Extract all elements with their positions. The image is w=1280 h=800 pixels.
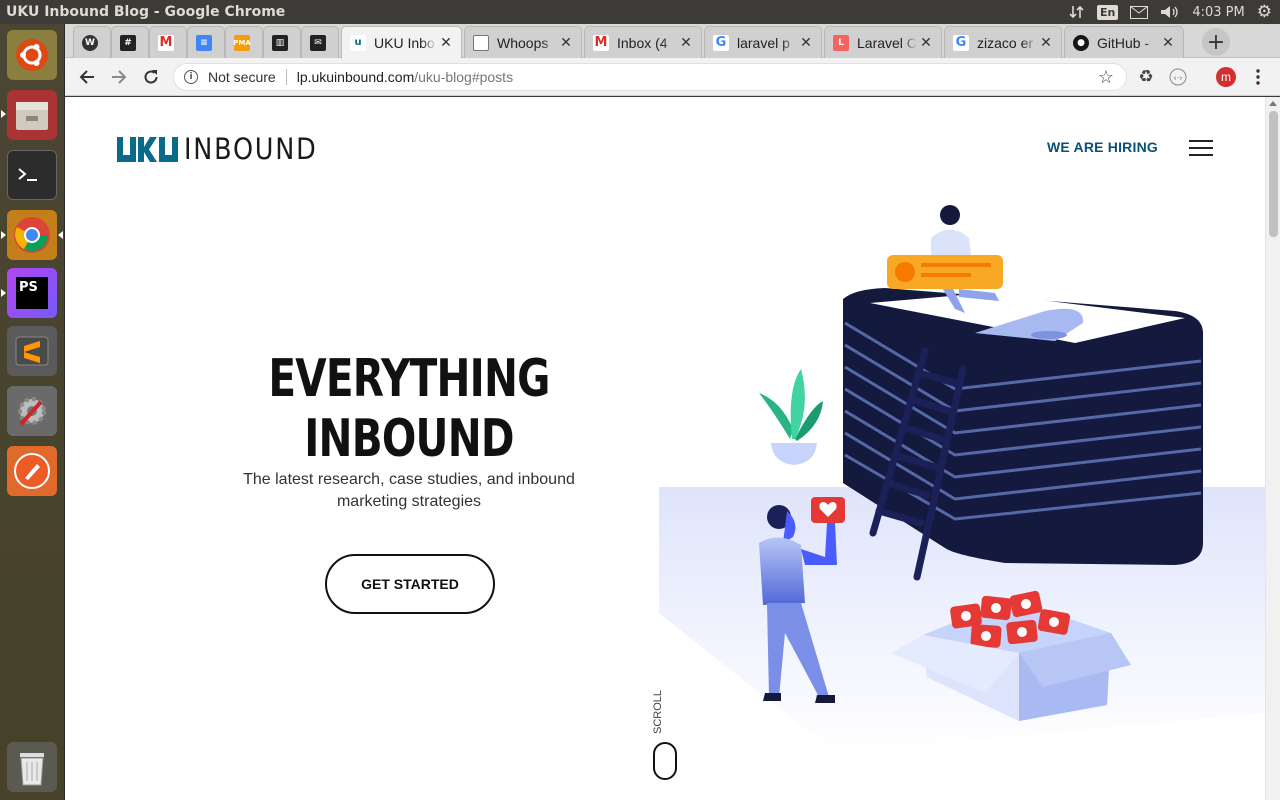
tab-title: laravel p	[737, 34, 790, 51]
slack-hash-icon: #	[120, 34, 136, 51]
tab-title: Laravel C	[857, 34, 917, 51]
top-panel: UKU Inbound Blog - Google Chrome En 4:03…	[0, 0, 1280, 24]
scrollbar-thumb[interactable]	[1269, 111, 1278, 237]
settings-gear-icon[interactable]: ⚙	[1257, 2, 1272, 22]
gmail-icon: M	[593, 34, 609, 51]
google-icon: G	[713, 34, 729, 51]
browser-toolbar: i Not secure lp.ukuinbound.com/uku-blog#…	[65, 58, 1280, 96]
tab-close-icon[interactable]: ✕	[677, 35, 695, 51]
sublime-text-icon[interactable]	[7, 326, 57, 376]
tab-close-icon[interactable]: ✕	[797, 35, 815, 51]
tab-title: UKU Inbo	[374, 34, 435, 51]
mail-client-icon: ✉	[310, 34, 326, 51]
docs-icon: ≡	[196, 34, 212, 51]
plant-graphic	[759, 369, 823, 465]
profile-initial: m	[1216, 67, 1236, 87]
profile-avatar[interactable]: m	[1214, 65, 1238, 89]
new-tab-button[interactable]: +	[1202, 28, 1230, 56]
page-viewport: INBOUND WE ARE HIRING EVERYTHING INBOUND…	[65, 97, 1265, 800]
phpstorm-label: PS	[19, 280, 38, 295]
tab-github[interactable]: ● GitHub - ✕	[1064, 26, 1184, 58]
tab-title: GitHub -	[1097, 34, 1150, 51]
address-bar[interactable]: i Not secure lp.ukuinbound.com/uku-blog#…	[173, 63, 1127, 91]
laravel-icon: L	[833, 34, 849, 51]
tab-close-icon[interactable]: ✕	[917, 35, 935, 51]
tab-google-laravel[interactable]: G laravel p ✕	[704, 26, 822, 58]
wordpress-icon: W	[82, 34, 98, 51]
we-are-hiring-link[interactable]: WE ARE HIRING	[1047, 139, 1158, 155]
window-title: UKU Inbound Blog - Google Chrome	[6, 4, 286, 20]
tab-strip: W # M ≡ PMA ▥ ✉ u UKU Inbo ✕ ​ Whoops ✕ …	[65, 24, 1280, 58]
postman-icon[interactable]	[7, 446, 57, 496]
tab-uku-inbound[interactable]: u UKU Inbo ✕	[341, 26, 462, 58]
tab-title: Inbox (4	[617, 34, 668, 51]
url-host[interactable]: lp.ukuinbound.com	[297, 69, 415, 85]
ubuntu-dash-icon[interactable]	[7, 30, 57, 80]
omnibox-divider	[285, 69, 287, 85]
pinned-tab-docs[interactable]: ≡	[187, 26, 225, 58]
phpstorm-icon[interactable]: PS	[7, 268, 57, 318]
forward-arrow-icon[interactable]	[107, 65, 131, 89]
tab-title: zizaco er	[977, 34, 1034, 51]
network-arrows-icon[interactable]	[1069, 4, 1085, 20]
trello-icon: ▥	[272, 34, 288, 51]
logo-wordmark: INBOUND	[184, 132, 318, 166]
system-tray: En 4:03 PM ⚙	[1069, 0, 1280, 24]
tab-close-icon[interactable]: ✕	[1037, 35, 1055, 51]
pinned-tab-slack[interactable]: #	[111, 26, 149, 58]
trash-icon[interactable]	[7, 742, 57, 792]
site-logo[interactable]: INBOUND	[117, 132, 336, 166]
github-icon: ●	[1073, 34, 1089, 51]
clock-time[interactable]: 4:03 PM	[1192, 5, 1244, 20]
tab-laravel[interactable]: L Laravel C ✕	[824, 26, 942, 58]
hero-title: EVERYTHING INBOUND	[268, 349, 550, 469]
logo-mark	[117, 136, 178, 162]
hero-illustration	[659, 205, 1265, 753]
tab-whoops[interactable]: ​ Whoops ✕	[464, 26, 582, 58]
url-path[interactable]: /uku-blog#posts	[414, 69, 513, 85]
pinned-tab-phpmyadmin[interactable]: PMA	[225, 26, 263, 58]
hamburger-menu-icon[interactable]	[1189, 140, 1213, 156]
page-scrollbar[interactable]	[1265, 97, 1280, 800]
uku-icon: u	[350, 34, 366, 51]
pinned-tab-trello[interactable]: ▥	[263, 26, 301, 58]
tab-google-zizaco[interactable]: G zizaco er ✕	[944, 26, 1062, 58]
system-settings-icon[interactable]	[7, 386, 57, 436]
recycle-extension-icon[interactable]: ♻	[1134, 65, 1158, 89]
reload-icon[interactable]	[139, 65, 163, 89]
google-icon: G	[953, 34, 969, 51]
browser-menu-icon[interactable]	[1246, 65, 1270, 89]
info-icon[interactable]: i	[184, 70, 198, 84]
terminal-icon[interactable]	[7, 150, 57, 200]
tab-gmail-inbox[interactable]: M Inbox (4 ✕	[584, 26, 702, 58]
files-icon[interactable]	[7, 90, 57, 140]
unity-launcher: PS	[0, 24, 65, 800]
pinned-tab-mail-client[interactable]: ✉	[301, 26, 339, 58]
bookmark-star-icon[interactable]: ☆	[1098, 67, 1114, 88]
tab-title: Whoops	[497, 34, 549, 51]
scroll-up-arrow-icon[interactable]	[1269, 101, 1277, 106]
pinned-tab-gmail[interactable]: M	[149, 26, 187, 58]
tab-close-icon[interactable]: ✕	[437, 35, 455, 51]
svg-text:‹·›: ‹·›	[1174, 74, 1183, 83]
hero-subtitle: The latest research, case studies, and i…	[243, 471, 575, 510]
security-label[interactable]: Not secure	[208, 69, 276, 85]
code-extension-icon[interactable]: ‹·›	[1166, 65, 1190, 89]
tab-close-icon[interactable]: ✕	[1159, 35, 1177, 51]
gmail-icon: M	[158, 34, 174, 51]
volume-icon[interactable]	[1160, 5, 1180, 19]
mail-icon[interactable]	[1130, 5, 1149, 19]
chrome-icon[interactable]	[7, 210, 57, 260]
back-arrow-icon[interactable]	[75, 65, 99, 89]
pinned-tab-wordpress[interactable]: W	[73, 26, 111, 58]
phpmyadmin-icon: PMA	[233, 34, 251, 51]
get-started-button[interactable]: GET STARTED	[325, 554, 495, 614]
page-icon: ​	[473, 34, 489, 51]
tab-close-icon[interactable]: ✕	[557, 35, 575, 51]
keyboard-language-indicator[interactable]: En	[1097, 4, 1119, 20]
